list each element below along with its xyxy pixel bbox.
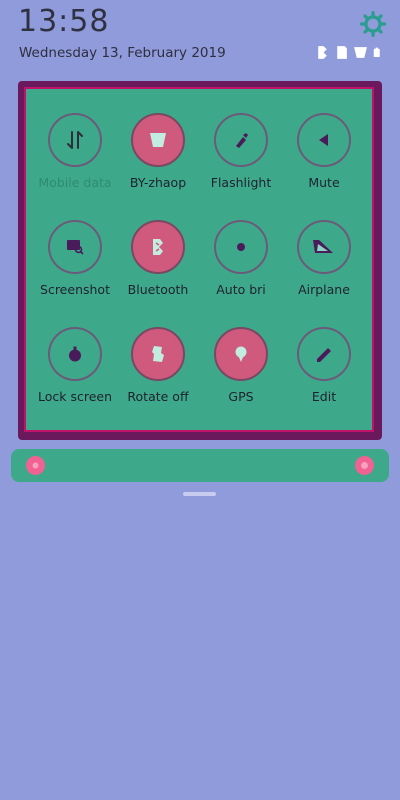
rotate-icon <box>152 346 164 362</box>
date-label: Wednesday 13, February 2019 <box>19 45 226 61</box>
bluetooth-status-icon <box>318 46 327 59</box>
tile-flashlight[interactable]: Flashlight <box>196 113 286 213</box>
tile-wifi[interactable]: BY-zhaop <box>113 113 203 213</box>
tile-screenshot[interactable]: Screenshot <box>30 220 120 320</box>
settings-gear-icon[interactable] <box>360 11 386 37</box>
drag-handle[interactable] <box>183 492 216 496</box>
tile-gps[interactable]: GPS <box>196 327 286 427</box>
mobile-data-toggle[interactable] <box>48 113 102 167</box>
edit-icon <box>317 348 331 362</box>
tile-bluetooth[interactable]: Bluetooth <box>113 220 203 320</box>
tile-auto-brightness[interactable]: Auto bri <box>196 220 286 320</box>
mute-icon <box>319 134 328 146</box>
data-arrows-icon <box>67 131 83 149</box>
location-icon <box>235 346 247 362</box>
tile-label-mute: Mute <box>308 175 340 190</box>
sim-status-icon <box>337 46 347 59</box>
wifi-status-icon <box>354 47 367 58</box>
wifi-icon <box>150 133 166 147</box>
auto-brightness-icon <box>237 243 245 251</box>
rotate-toggle[interactable] <box>131 327 185 381</box>
gps-toggle[interactable] <box>214 327 268 381</box>
edit-toggle[interactable] <box>297 327 351 381</box>
lock-screen-toggle[interactable] <box>48 327 102 381</box>
status-icons <box>316 45 382 60</box>
bluetooth-icon <box>153 239 163 255</box>
battery-status-icon <box>373 47 380 57</box>
flashlight-toggle[interactable] <box>214 113 268 167</box>
tile-edit[interactable]: Edit <box>279 327 369 427</box>
tile-mobile-data[interactable]: Mobile data <box>30 113 120 213</box>
screenshot-icon <box>67 240 84 255</box>
wifi-toggle[interactable] <box>131 113 185 167</box>
tile-lock-screen[interactable]: Lock screen <box>30 327 120 427</box>
quick-settings-grid: Mobile data BY-zhaop Flashlight Mute Scr… <box>24 87 374 432</box>
screenshot-toggle[interactable] <box>48 220 102 274</box>
brightness-slider[interactable] <box>11 449 389 482</box>
tile-airplane[interactable]: Airplane <box>279 220 369 320</box>
auto-brightness-toggle[interactable] <box>214 220 268 274</box>
brightness-low-icon <box>26 456 45 475</box>
tile-label-airplane: Airplane <box>298 282 350 297</box>
clock: 13:58 <box>18 4 110 39</box>
tile-mute[interactable]: Mute <box>279 113 369 213</box>
lock-icon <box>69 346 81 362</box>
tile-label-edit: Edit <box>311 389 337 404</box>
tile-rotate[interactable]: Rotate off <box>113 327 203 427</box>
bluetooth-toggle[interactable] <box>131 220 185 274</box>
airplane-toggle[interactable] <box>297 220 351 274</box>
mute-toggle[interactable] <box>297 113 351 167</box>
brightness-high-icon <box>355 456 374 475</box>
flashlight-icon <box>236 133 248 148</box>
quick-settings-panel: Mobile data BY-zhaop Flashlight Mute Scr… <box>18 81 382 440</box>
airplane-icon <box>313 240 333 253</box>
